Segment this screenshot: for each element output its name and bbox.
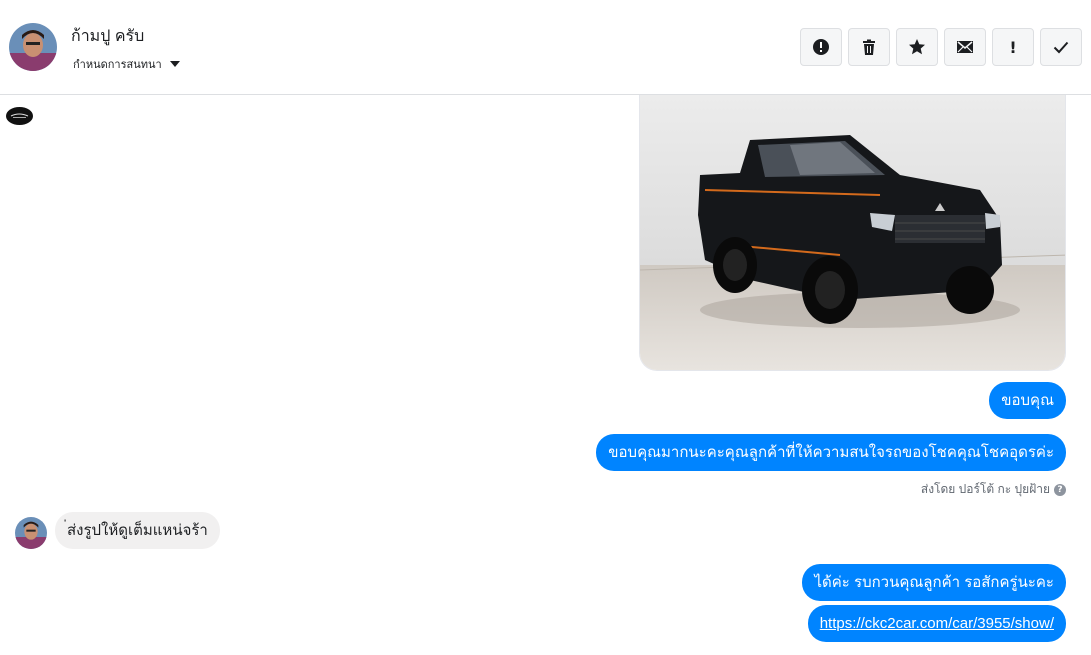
envelope-icon — [957, 41, 973, 53]
message-bubble-outgoing-link[interactable]: https://ckc2car.com/car/3955/show/ — [807, 605, 1066, 642]
contact-avatar-small[interactable] — [15, 517, 47, 549]
mark-unread-button[interactable] — [944, 28, 986, 66]
contact-avatar[interactable] — [9, 23, 57, 71]
caret-down-icon — [169, 61, 180, 67]
page-logo — [6, 107, 33, 125]
alert-circle-icon — [813, 39, 829, 55]
message-bubble-outgoing[interactable]: ขอบคุณมากนะคะคุณลูกค้าที่ให้ความสนใจรถขอ… — [596, 434, 1066, 471]
exclamation-icon: ! — [1009, 37, 1017, 57]
sent-by-info: ส่งโดย ปอร์โต้ กะ ปุยฝ้าย ? — [921, 480, 1066, 499]
message-link[interactable]: https://ckc2car.com/car/3955/show/ — [820, 615, 1054, 632]
checkmark-icon — [1053, 41, 1069, 54]
car-image — [640, 95, 1065, 370]
message-bubble-outgoing[interactable]: ขอบคุณ — [989, 382, 1066, 419]
message-bubble-incoming[interactable]: ่ส่งรูปให้ดูเต็มแหน่จร้า — [55, 512, 220, 549]
delete-button[interactable] — [848, 28, 890, 66]
car-photo-message[interactable] — [639, 95, 1066, 371]
trash-icon — [863, 39, 875, 55]
message-bubble-outgoing[interactable]: ได้ค่ะ รบกวนคุณลูกค้า รอสักครู่นะคะ — [802, 564, 1066, 601]
star-button[interactable] — [896, 28, 938, 66]
mark-done-button[interactable] — [1040, 28, 1082, 66]
sent-by-text: ส่งโดย ปอร์โต้ กะ ปุยฝ้าย — [920, 482, 1050, 496]
conversation-toolbar: ! — [800, 28, 1082, 66]
important-button[interactable]: ! — [992, 28, 1034, 66]
contact-name: ก้ามปู ครับ — [71, 28, 145, 45]
assign-conversation-dropdown[interactable]: กำหนดการสนทนา — [73, 55, 180, 73]
assign-label: กำหนดการสนทนา — [73, 59, 162, 71]
help-icon[interactable]: ? — [1054, 483, 1066, 496]
spam-button[interactable] — [800, 28, 842, 66]
conversation-header: ก้ามปู ครับ กำหนดการสนทนา ! — [0, 0, 1091, 95]
star-icon — [909, 39, 925, 55]
